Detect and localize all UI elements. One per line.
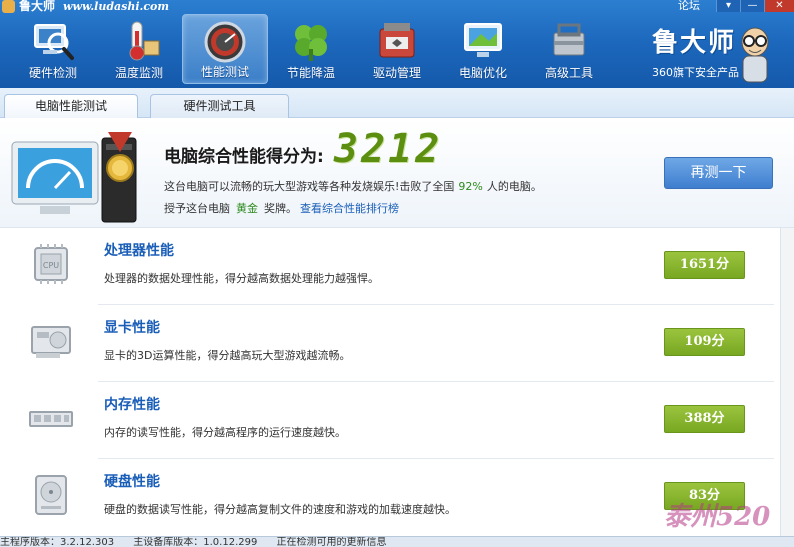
tool-driver-manage[interactable]: 驱动管理 xyxy=(354,14,440,84)
program-version: 主程序版本：3.2.12.303 xyxy=(0,537,115,547)
component-score[interactable]: 388分 xyxy=(664,405,745,433)
tool-label: 性能测试 xyxy=(200,65,249,79)
component-desc: 处理器的数据处理性能，得分越高数据处理能力越强悍。 xyxy=(104,272,379,285)
component-title: 硬盘性能 xyxy=(104,474,160,490)
tool-pc-optimize[interactable]: 电脑优化 xyxy=(440,14,526,84)
tool-advanced[interactable]: 高级工具 xyxy=(526,14,612,84)
list-item-cpu: CPU 处理器性能 处理器的数据处理性能，得分越高数据处理能力越强悍。 1651… xyxy=(0,228,794,305)
app-icon xyxy=(2,0,15,13)
score-description: 这台电脑可以流畅的玩大型游戏等各种发烧娱乐!击败了全国 92% 人的电脑。 xyxy=(164,178,542,194)
thermometer-icon xyxy=(129,21,160,61)
window-controls: 论坛 ▾ — ✕ xyxy=(678,0,794,12)
scrollbar[interactable] xyxy=(780,228,794,536)
tab-pc-performance[interactable]: 电脑性能测试 xyxy=(4,94,138,119)
tool-label: 高级工具 xyxy=(544,66,593,80)
close-button[interactable]: ✕ xyxy=(764,0,794,12)
component-title: 内存性能 xyxy=(104,397,160,413)
hard-disk-icon xyxy=(35,475,67,515)
main-toolbar: 硬件检测 温度监测 性能测试 节能降温 驱动管理 电脑优化 高级工具 xyxy=(10,14,612,84)
update-status: 正在检测可用的更新信息 xyxy=(276,537,387,547)
desc-text: 这台电脑可以流畅的玩大型游戏等各种发烧娱乐!击败了全国 xyxy=(164,180,455,193)
tools-icon xyxy=(553,23,585,56)
tool-label: 节能降温 xyxy=(286,66,335,80)
minimize-button[interactable]: — xyxy=(740,0,764,12)
brand-logo: 鲁大师 xyxy=(652,28,737,58)
monitor-icon xyxy=(464,23,502,57)
site-url: www.ludashi.com xyxy=(63,0,170,13)
ranking-link[interactable]: 查看综合性能排行榜 xyxy=(300,202,399,215)
list-item-graphics: 显卡性能 显卡的3D运算性能，得分越高玩大型游戏越流畅。 109分 xyxy=(0,305,794,382)
total-score: 3212 xyxy=(334,126,443,172)
score-title: 电脑综合性能得分为: xyxy=(164,147,324,167)
cpu-icon: CPU xyxy=(34,244,68,284)
tab-hardware-test-tools[interactable]: 硬件测试工具 xyxy=(150,94,289,119)
component-desc: 内存的读写性能，得分越高程序的运行速度越快。 xyxy=(104,426,346,439)
component-desc: 硬盘的数据读写性能，得分越高复制文件的速度和游戏的加载速度越快。 xyxy=(104,503,456,516)
forum-link[interactable]: 论坛 xyxy=(678,0,700,11)
status-bar: 主程序版本：3.2.12.303 主设备库版本：1.0.12.299 正在检测可… xyxy=(0,536,794,547)
list-item-memory: 内存性能 内存的读写性能，得分越高程序的运行速度越快。 388分 xyxy=(0,382,794,459)
component-title: 处理器性能 xyxy=(104,243,174,259)
beat-percent: 92% xyxy=(458,180,483,193)
speedometer-icon xyxy=(204,21,246,63)
tool-label: 温度监测 xyxy=(114,66,163,80)
toolbox-icon xyxy=(379,23,415,58)
app-name: 鲁大师 xyxy=(19,0,56,13)
svg-text:CPU: CPU xyxy=(43,261,59,270)
award-line: 授予这台电脑 黄金 奖牌。 查看综合性能排行榜 xyxy=(164,200,399,216)
tool-label: 硬件检测 xyxy=(28,66,77,80)
tool-temperature[interactable]: 温度监测 xyxy=(96,14,182,84)
graphics-card-icon xyxy=(31,326,71,358)
award-text-end: 奖牌。 xyxy=(264,202,297,215)
award-text: 授予这台电脑 xyxy=(164,202,230,215)
retest-button[interactable]: 再测一下 xyxy=(664,157,773,189)
clover-icon xyxy=(295,25,327,61)
component-score[interactable]: 109分 xyxy=(664,328,745,356)
top-bar: 鲁大师 www.ludashi.com 论坛 ▾ — ✕ 硬件检测 温度监测 性… xyxy=(0,0,794,88)
medal-level: 黄金 xyxy=(236,202,258,215)
tool-hardware-detect[interactable]: 硬件检测 xyxy=(10,14,96,84)
memory-stick-icon xyxy=(29,411,73,427)
desc-text-end: 人的电脑。 xyxy=(486,180,542,193)
window-title: 鲁大师 www.ludashi.com xyxy=(2,0,169,14)
tool-label: 驱动管理 xyxy=(372,66,421,80)
watermark-text: 泰州520 xyxy=(664,502,771,532)
score-summary: 电脑综合性能得分为: 3212 这台电脑可以流畅的玩大型游戏等各种发烧娱乐!击败… xyxy=(0,118,794,228)
component-score[interactable]: 1651分 xyxy=(664,251,745,279)
component-title: 显卡性能 xyxy=(104,320,160,336)
device-db-version: 主设备库版本：1.0.12.299 xyxy=(133,537,258,547)
pc-medal-icon xyxy=(11,132,137,223)
tool-performance-test[interactable]: 性能测试 xyxy=(182,14,268,84)
mascot-icon xyxy=(741,27,769,83)
menu-button[interactable]: ▾ xyxy=(716,0,740,12)
tab-strip: 电脑性能测试 硬件测试工具 xyxy=(0,88,794,119)
tool-label: 电脑优化 xyxy=(458,66,507,80)
magnifier-monitor-icon xyxy=(34,24,74,60)
component-desc: 显卡的3D运算性能，得分越高玩大型游戏越流畅。 xyxy=(104,349,351,362)
brand: 鲁大师 360旗下安全产品 xyxy=(652,28,739,80)
tool-energy-saving[interactable]: 节能降温 xyxy=(268,14,354,84)
brand-slogan: 360旗下安全产品 xyxy=(652,66,739,79)
